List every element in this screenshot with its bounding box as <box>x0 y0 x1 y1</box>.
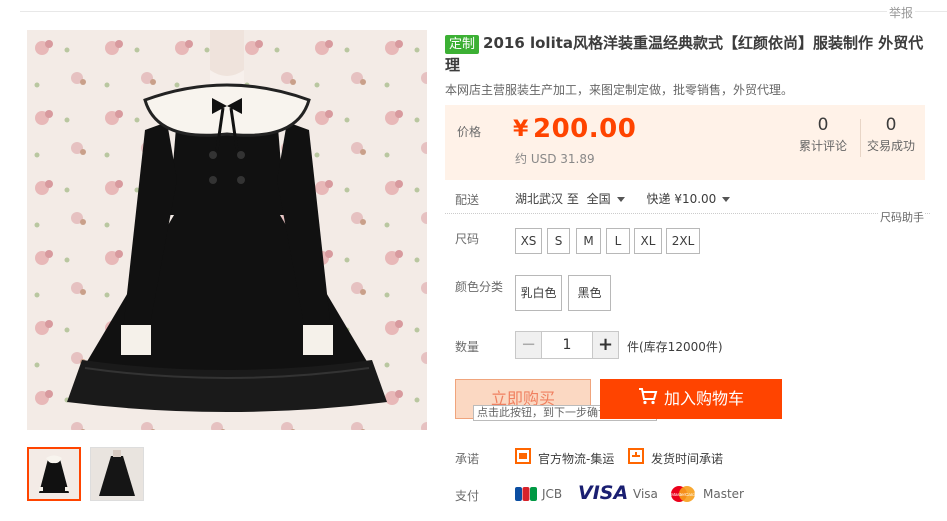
usd-price: 约 USD 31.89 <box>515 152 595 166</box>
thumbnail-1[interactable] <box>27 447 81 501</box>
dotted-divider <box>445 213 930 214</box>
top-divider <box>20 11 947 12</box>
delivery-method-select[interactable]: 快递 ¥10.00 <box>647 192 731 206</box>
sales-label: 交易成功 <box>866 139 915 153</box>
color-label: 颜色分类 <box>455 280 504 294</box>
mastercard-icon: MasterCard <box>669 485 697 503</box>
thumbnail-dress-icon <box>29 449 79 499</box>
size-helper-link[interactable]: 尺码助手 <box>878 209 924 225</box>
color-option-black[interactable]: 黑色 <box>568 275 611 311</box>
quantity-label: 数量 <box>455 340 480 354</box>
visa-text: Visa <box>633 487 658 501</box>
price-panel: 价格 ¥ 200.00 约 USD 31.89 0 累计评论 0 交易成功 <box>445 105 925 180</box>
master-text: Master <box>703 487 744 501</box>
add-to-cart-label: 加入购物车 <box>663 389 744 408</box>
delivery-time-icon <box>628 448 644 464</box>
dress-illustration <box>27 30 427 430</box>
promise-logistics[interactable]: 官方物流-集运 <box>538 450 614 467</box>
size-option-s[interactable]: S <box>547 228 570 254</box>
size-option-xs[interactable]: XS <box>515 228 542 254</box>
shipping-origin: 湖北武汉 至 <box>515 192 579 206</box>
product-subtitle: 本网店主营服装生产加工，来图定制定做，批零销售，外贸代理。 <box>445 83 794 97</box>
destination-value: 全国 <box>586 192 611 206</box>
add-to-cart-button[interactable]: 加入购物车 <box>600 379 782 419</box>
chevron-down-icon <box>722 197 731 202</box>
quantity-increase-button[interactable]: + <box>592 331 619 359</box>
review-stat[interactable]: 0 累计评论 <box>795 115 851 154</box>
size-option-xl[interactable]: XL <box>634 228 662 254</box>
review-label: 累计评论 <box>798 139 847 153</box>
promise-delivery-time[interactable]: 发货时间承诺 <box>651 450 723 467</box>
chevron-down-icon <box>616 197 625 202</box>
quantity-decrease-button[interactable]: − <box>515 331 542 359</box>
report-link[interactable]: 举报 <box>886 4 915 21</box>
jcb-icon <box>515 486 537 502</box>
stock-info: 件(库存12000件) <box>627 340 723 354</box>
review-count: 0 <box>817 115 829 135</box>
payment-label: 支付 <box>455 489 480 503</box>
main-product-image <box>27 30 427 430</box>
visa-logo: VISA <box>578 482 629 504</box>
mastercard-logo-text: MasterCard <box>671 492 695 497</box>
quantity-input[interactable]: 1 <box>541 331 593 359</box>
product-title-text: 2016 lolita风格洋装重温经典款式【红颜依尚】服装制作 外贸代理 <box>445 34 924 74</box>
sales-count: 0 <box>885 115 897 135</box>
shipping-row: 湖北武汉 至 全国 快递 ¥10.00 <box>515 190 731 207</box>
size-option-2xl[interactable]: 2XL <box>666 228 700 254</box>
price-label: 价格 <box>457 125 482 139</box>
thumbnail-dress-back-icon <box>91 448 143 500</box>
stat-divider <box>860 119 861 157</box>
logistics-icon <box>515 448 531 464</box>
thumbnail-2[interactable] <box>90 447 144 501</box>
custom-badge: 定制 <box>445 35 480 54</box>
size-option-m[interactable]: M <box>576 228 601 254</box>
destination-select[interactable]: 全国 <box>587 192 625 206</box>
color-option-cream[interactable]: 乳白色 <box>515 275 562 311</box>
currency-symbol: ¥ <box>513 117 529 142</box>
jcb-text: JCB <box>542 487 563 501</box>
sales-stat[interactable]: 0 交易成功 <box>863 115 919 154</box>
shipping-label: 配送 <box>455 193 480 207</box>
size-label: 尺码 <box>455 232 480 246</box>
product-title: 定制 2016 lolita风格洋装重温经典款式【红颜依尚】服装制作 外贸代理 <box>445 32 925 76</box>
promise-label: 承诺 <box>455 452 480 466</box>
cart-icon <box>638 380 658 420</box>
size-option-l[interactable]: L <box>606 228 630 254</box>
price-value: 200.00 <box>533 114 637 144</box>
delivery-method-value: 快递 ¥10.00 <box>646 192 717 206</box>
